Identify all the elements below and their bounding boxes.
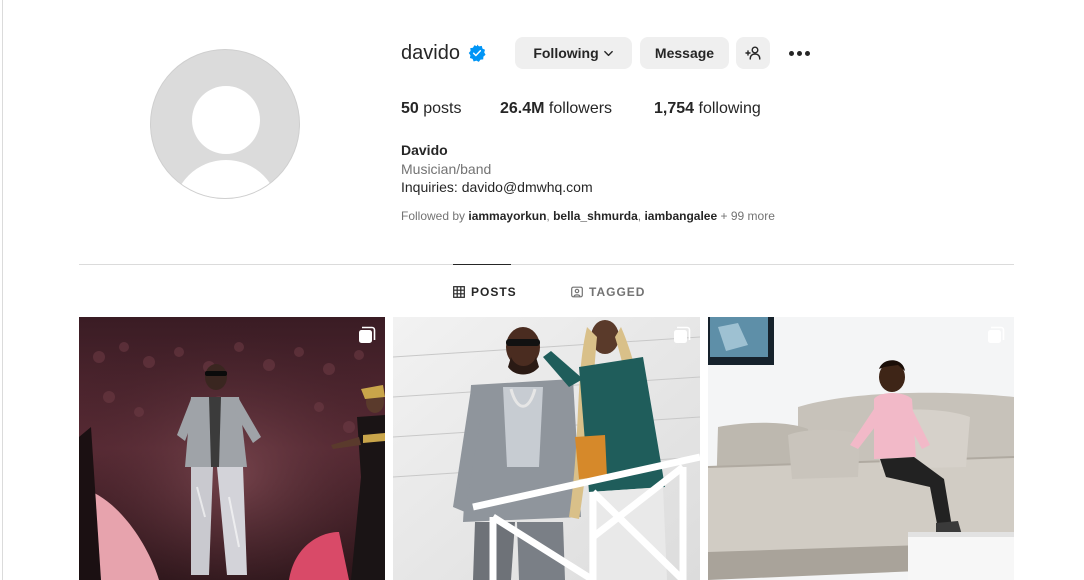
followers-link[interactable]: 26.4M followers xyxy=(500,100,612,118)
tab-posts-label: POSTS xyxy=(471,285,517,299)
tab-tagged[interactable]: TAGGED xyxy=(571,284,645,300)
grid-icon xyxy=(453,286,465,298)
default-avatar-icon xyxy=(192,86,260,154)
profile-bio: Inquiries: davido@dmwhq.com xyxy=(401,179,593,195)
profile-username: davido xyxy=(401,41,460,64)
post-image xyxy=(79,317,385,580)
posts-label: posts xyxy=(423,100,462,117)
following-button[interactable]: Following xyxy=(515,37,632,69)
more-dot xyxy=(804,50,810,56)
followed-by[interactable]: Followed by iammayorkun, bella_shmurda, … xyxy=(401,209,775,223)
message-button-label: Message xyxy=(654,45,715,61)
followed-by-more[interactable]: + 99 more xyxy=(721,209,775,223)
post-thumbnail[interactable] xyxy=(708,317,1014,580)
multiple-posts-icon xyxy=(988,326,1005,343)
multiple-posts-icon xyxy=(674,326,691,343)
following-link[interactable]: 1,754 following xyxy=(654,100,761,118)
more-dot xyxy=(788,50,794,56)
tab-tagged-label: TAGGED xyxy=(589,285,646,299)
message-button[interactable]: Message xyxy=(640,37,729,69)
followed-by-user[interactable]: iammayorkun xyxy=(468,209,546,223)
following-button-label: Following xyxy=(533,45,599,61)
profile-avatar[interactable] xyxy=(150,49,300,199)
posts-count: 50 xyxy=(401,100,419,117)
followed-by-user[interactable]: bella_shmurda xyxy=(553,209,638,223)
chevron-down-icon xyxy=(603,50,613,56)
active-tab-indicator xyxy=(453,264,511,265)
page-left-border xyxy=(2,0,3,580)
tagged-icon xyxy=(571,286,583,298)
username-row: davido xyxy=(401,37,486,69)
verified-badge-icon xyxy=(468,44,486,62)
followers-label: followers xyxy=(548,100,613,117)
default-avatar-body xyxy=(173,160,279,198)
following-label: following xyxy=(698,100,761,117)
followed-by-user[interactable]: iambangalee xyxy=(644,209,717,223)
more-options-icon[interactable] xyxy=(785,40,813,66)
followed-by-prefix: Followed by xyxy=(401,209,466,223)
multiple-posts-icon xyxy=(359,326,376,343)
tabs-divider xyxy=(79,264,1014,265)
more-dot xyxy=(796,50,802,56)
profile-category: Musician/band xyxy=(401,161,492,177)
profile-display-name: Davido xyxy=(401,142,448,158)
tab-posts[interactable]: POSTS xyxy=(453,284,517,300)
post-image xyxy=(708,317,1014,580)
post-thumbnail[interactable] xyxy=(79,317,385,580)
add-person-icon xyxy=(745,46,761,60)
followers-count: 26.4M xyxy=(500,100,545,117)
post-thumbnail[interactable] xyxy=(393,317,700,580)
suggested-accounts-button[interactable] xyxy=(736,37,770,69)
following-count: 1,754 xyxy=(654,100,695,117)
post-image xyxy=(393,317,700,580)
posts-stat: 50 posts xyxy=(401,100,462,118)
